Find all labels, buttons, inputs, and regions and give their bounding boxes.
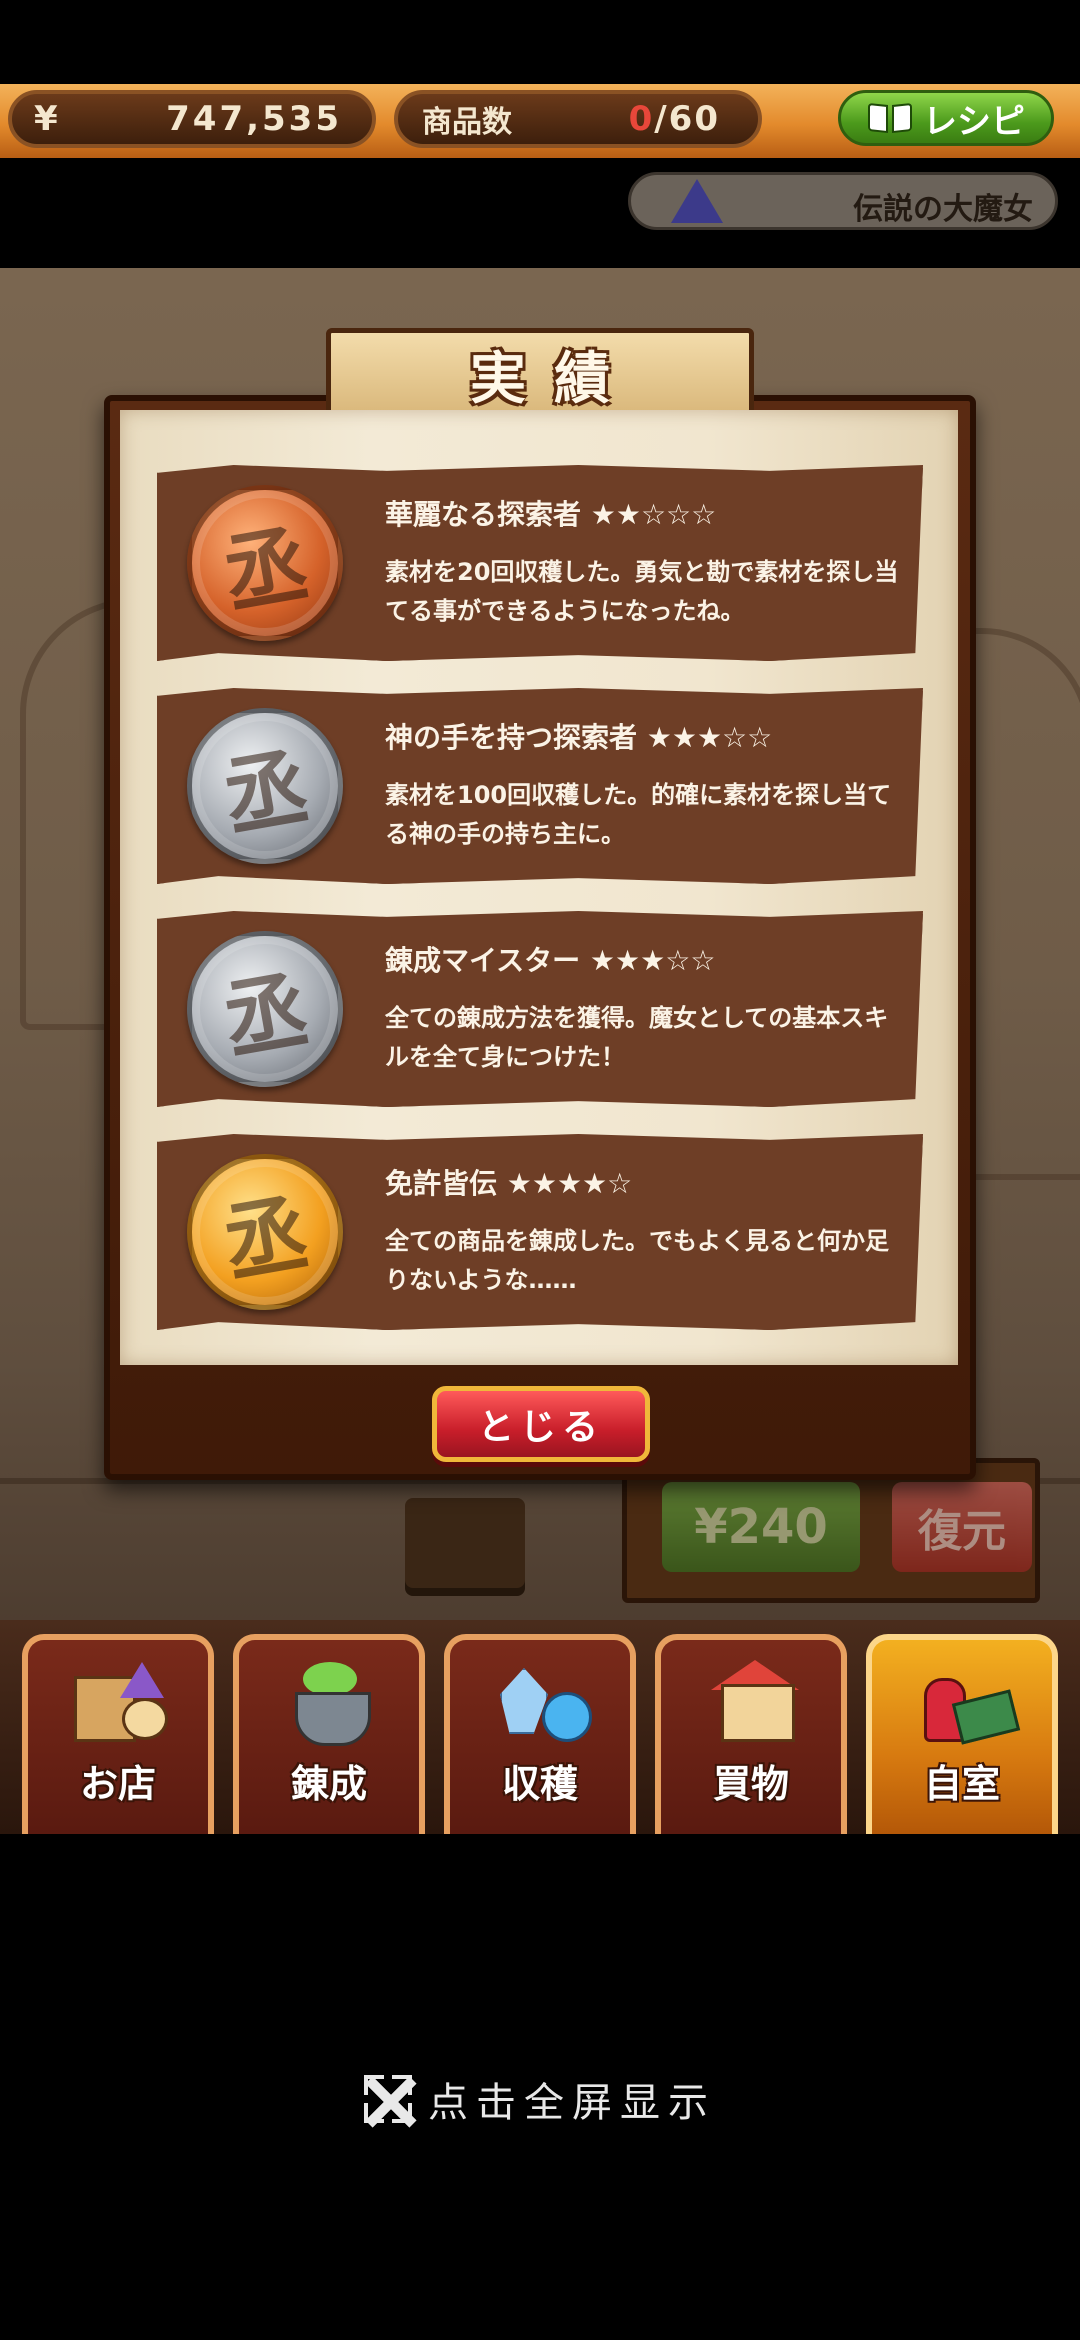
nav-label: 自室 (923, 1762, 1000, 1806)
nav-label: 買物 (712, 1762, 789, 1806)
nav-shop[interactable]: お店 (22, 1634, 214, 1834)
goods-count-value: 0/60 (629, 99, 720, 139)
achievement-card: 丞 免許皆伝 ★★★★☆ 全ての商品を錬成した。でもよく見ると何か足りないような… (157, 1134, 923, 1330)
nav-gather[interactable]: 収穫 (444, 1634, 636, 1834)
display-stand (405, 1498, 525, 1588)
modal-title-tab: 実績 (326, 328, 754, 420)
money-value: 747,535 (166, 99, 342, 139)
gold-medal-icon: 丞 (187, 1154, 343, 1310)
achievement-title: 錬成マイスター ★★★☆☆ (385, 944, 716, 977)
recipe-button[interactable]: レシピ (838, 90, 1054, 146)
silver-medal-icon: 丞 (187, 931, 343, 1087)
expand-icon (364, 2075, 417, 2128)
achievement-title: 華麗なる探索者 ★★☆☆☆ (385, 498, 717, 531)
achievement-description: 素材を20回収穫した。勇気と勘で素材を探し当てる事ができるようになったね。 (385, 558, 899, 625)
fullscreen-hint[interactable]: 点击全屏显示 (0, 2070, 1080, 2128)
nav-label: お店 (79, 1762, 156, 1806)
goods-count-display: 商品数 0/60 (394, 90, 762, 148)
silver-medal-icon: 丞 (187, 708, 343, 864)
crystal-icon (490, 1658, 592, 1744)
close-button[interactable]: とじる (432, 1386, 650, 1462)
nav-alchemy[interactable]: 錬成 (233, 1634, 425, 1834)
nav-label: 収穫 (501, 1762, 578, 1806)
achievement-title: 神の手を持つ探索者 ★★★☆☆ (385, 721, 773, 754)
nav-shopping[interactable]: 買物 (655, 1634, 847, 1834)
money-display: ¥ 747,535 (8, 90, 376, 148)
player-title: 伝説の大魔女 (853, 192, 1033, 227)
achievement-description: 全ての錬成方法を獲得。魔女としての基本スキルを全て身につけた！ (385, 1004, 889, 1071)
book-icon (867, 102, 913, 134)
recipe-button-label: レシピ (923, 101, 1025, 142)
room-icon (912, 1658, 1021, 1745)
house-icon (701, 1658, 801, 1744)
modal-title: 実績 (470, 345, 638, 412)
restore-button[interactable]: 復元 (892, 1482, 1032, 1572)
price-button[interactable]: ¥240 (662, 1482, 860, 1572)
bronze-medal-icon: 丞 (187, 485, 343, 641)
achievement-card: 丞 錬成マイスター ★★★☆☆ 全ての錬成方法を獲得。魔女としての基本スキルを全… (157, 911, 923, 1107)
player-title-badge: 伝説の大魔女 (628, 172, 1058, 230)
top-status-bar: ¥ 747,535 商品数 0/60 レシピ (0, 84, 1080, 158)
achievement-card: 丞 神の手を持つ探索者 ★★★☆☆ 素材を100回収穫した。的確に素材を探し当て… (157, 688, 923, 884)
witch-hat-icon (671, 179, 723, 223)
achievement-title: 免許皆伝 ★★★★☆ (385, 1167, 633, 1200)
cauldron-icon (279, 1658, 379, 1746)
goods-total: /60 (654, 99, 720, 139)
goods-count-label: 商品数 (422, 105, 512, 140)
achievement-description: 全ての商品を錬成した。でもよく見ると何か足りないような…… (385, 1227, 889, 1294)
achievement-card: 丞 華麗なる探索者 ★★☆☆☆ 素材を20回収穫した。勇気と勘で素材を探し当てる… (157, 465, 923, 661)
shop-icon (68, 1658, 168, 1744)
nav-room[interactable]: 自室 (866, 1634, 1058, 1834)
nav-label: 錬成 (290, 1762, 367, 1806)
fullscreen-hint-label: 点击全屏显示 (428, 2080, 716, 2126)
yen-icon: ¥ (34, 99, 58, 139)
goods-current: 0 (628, 99, 655, 139)
achievement-description: 素材を100回収穫した。的確に素材を探し当てる神の手の持ち主に。 (385, 781, 892, 848)
